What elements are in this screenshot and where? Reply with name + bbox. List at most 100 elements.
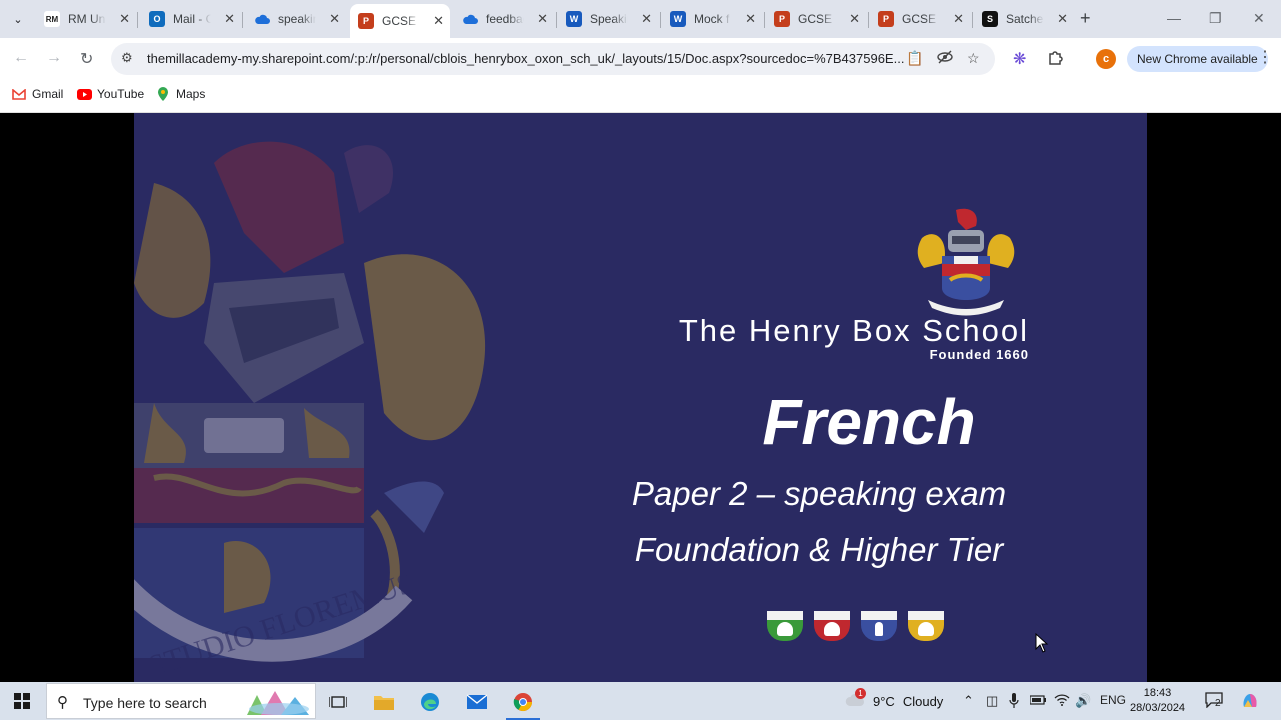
tab-separator (764, 12, 765, 28)
close-window-icon[interactable]: ✕ (1253, 10, 1265, 27)
house-badge-red (814, 611, 850, 641)
presentation-viewer: STUDIO FLOREMUS The Henry Box School Fou… (0, 113, 1281, 682)
more-menu-icon[interactable]: ⋮ (1257, 47, 1273, 67)
onedrive-cloud-icon (254, 11, 270, 27)
close-tab-icon[interactable]: ✕ (433, 13, 444, 29)
close-tab-icon[interactable]: ✕ (745, 11, 756, 27)
word-favicon-icon: W (566, 11, 582, 27)
tab-satchel[interactable]: S Satchel ✕ (974, 5, 1074, 33)
chrome-icon[interactable] (506, 691, 540, 720)
eye-off-icon[interactable] (937, 50, 953, 67)
taskbar-search-input[interactable]: ⚲ Type here to search (46, 683, 316, 719)
badge-band (814, 611, 850, 620)
weather-cloud-icon: 1 (845, 688, 866, 711)
new-chrome-available-button[interactable]: New Chrome available (1127, 46, 1268, 72)
tab-separator (556, 12, 557, 28)
tab-title: GCSE F (902, 12, 940, 26)
bookmark-label: Gmail (32, 87, 64, 101)
language-indicator[interactable]: ENG (1100, 693, 1126, 707)
system-clock[interactable]: 18:43 28/03/2024 (1130, 686, 1185, 716)
bookmark-maps[interactable]: Maps (155, 87, 205, 101)
notification-center-icon[interactable]: 2 (1205, 692, 1223, 712)
close-tab-icon[interactable]: ✕ (224, 11, 235, 27)
tab-gcse-3[interactable]: P GCSE F ✕ (870, 5, 970, 33)
tab-separator (972, 12, 973, 28)
restore-icon[interactable]: ❐ (1209, 10, 1222, 27)
search-placeholder: Type here to search (83, 695, 207, 711)
bookmarks-bar: Gmail YouTube Maps (0, 81, 1281, 113)
cup-icon (918, 622, 934, 636)
house-badge-yellow (908, 611, 944, 641)
microphone-icon[interactable] (1009, 693, 1019, 711)
close-tab-icon[interactable]: ✕ (1057, 11, 1068, 27)
tab-gcse-active[interactable]: P GCSE E ✕ (350, 4, 450, 38)
hat-icon (777, 622, 793, 636)
mail-icon[interactable] (466, 691, 488, 713)
powerpoint-favicon-icon: P (878, 11, 894, 27)
powerpoint-favicon-icon: P (358, 13, 374, 29)
close-tab-icon[interactable]: ✕ (537, 11, 548, 27)
slide[interactable]: STUDIO FLOREMUS The Henry Box School Fou… (134, 113, 1147, 682)
new-tab-icon[interactable]: + (1080, 8, 1091, 29)
tab-title: GCSE E (798, 12, 836, 26)
badge-band (908, 611, 944, 620)
tab-speaking-word[interactable]: W Speakin ✕ (558, 5, 658, 33)
minimize-icon[interactable]: — (1167, 10, 1181, 26)
clock-time: 18:43 (1143, 687, 1172, 699)
school-crest-logo (917, 208, 1015, 316)
tab-title: Satchel (1006, 12, 1044, 26)
tab-speaking[interactable]: speaking ✕ (246, 5, 346, 33)
close-tab-icon[interactable]: ✕ (119, 11, 130, 27)
back-icon[interactable]: ← (13, 49, 29, 67)
tab-strip: ⌄ RM RM Unify ✕ O Mail - C ✕ speaking ✕ … (0, 0, 1281, 38)
close-tab-icon[interactable]: ✕ (849, 11, 860, 27)
search-highlight-illustration-icon (247, 691, 309, 715)
tab-title: speaking (278, 12, 316, 26)
weather-widget[interactable]: 1 9°C Cloudy (845, 688, 944, 711)
url-text[interactable]: themillacademy-my.sharepoint.com/:p:/r/p… (147, 51, 907, 66)
tab-feedback[interactable]: feedback ✕ (454, 5, 554, 33)
tab-title: Speakin (590, 12, 628, 26)
tab-mail[interactable]: O Mail - C ✕ (141, 5, 241, 33)
tab-gcse-2[interactable]: P GCSE E ✕ (766, 5, 866, 33)
youtube-icon (76, 87, 92, 101)
windows-start-icon[interactable] (14, 693, 30, 709)
badge-band (767, 611, 803, 620)
tab-rm-unify[interactable]: RM RM Unify ✕ (36, 5, 136, 33)
wifi-icon[interactable] (1054, 693, 1070, 709)
weather-temperature: 9°C (873, 694, 895, 709)
weather-alert-badge: 1 (855, 688, 866, 699)
tab-mock[interactable]: W Mock f ✕ (662, 5, 762, 33)
tab-separator (242, 12, 243, 28)
extensions-icon[interactable] (1047, 49, 1064, 71)
bookmark-youtube[interactable]: YouTube (76, 87, 144, 101)
task-view-icon[interactable] (327, 691, 349, 713)
tab-search-chevron-icon[interactable]: ⌄ (7, 8, 29, 30)
bookmark-gmail[interactable]: Gmail (11, 87, 63, 101)
extension-puzzle-sparkle-icon[interactable]: ❋ (1013, 49, 1026, 69)
copilot-icon[interactable] (1240, 691, 1260, 714)
bookmark-star-icon[interactable]: ☆ (967, 50, 980, 67)
meet-now-icon[interactable]: ◫ (986, 693, 998, 709)
crest-watermark: STUDIO FLOREMUS (134, 141, 486, 682)
site-settings-icon[interactable]: ⚙ (121, 50, 133, 66)
close-tab-icon[interactable]: ✕ (329, 11, 340, 27)
file-explorer-icon[interactable] (373, 691, 395, 713)
forward-icon[interactable]: → (46, 49, 62, 67)
house-badges (767, 611, 944, 641)
tab-separator (137, 12, 138, 28)
badge-band (861, 611, 897, 620)
profile-avatar[interactable]: c (1096, 49, 1116, 69)
edge-browser-icon[interactable] (419, 691, 441, 713)
volume-icon[interactable]: 🔊 (1075, 693, 1091, 709)
show-hidden-icons-chevron-icon[interactable]: ⌃ (963, 693, 974, 709)
close-tab-icon[interactable]: ✕ (953, 11, 964, 27)
reload-icon[interactable]: ↻ (80, 49, 93, 69)
battery-icon[interactable] (1029, 693, 1046, 708)
address-bar[interactable]: ⚙ themillacademy-my.sharepoint.com/:p:/r… (111, 43, 995, 75)
clipboard-icon[interactable]: 📋 (906, 50, 923, 67)
powerpoint-favicon-icon: P (774, 11, 790, 27)
weather-condition: Cloudy (902, 694, 944, 709)
school-title-block: The Henry Box School Founded 1660 (639, 313, 1029, 362)
close-tab-icon[interactable]: ✕ (641, 11, 652, 27)
